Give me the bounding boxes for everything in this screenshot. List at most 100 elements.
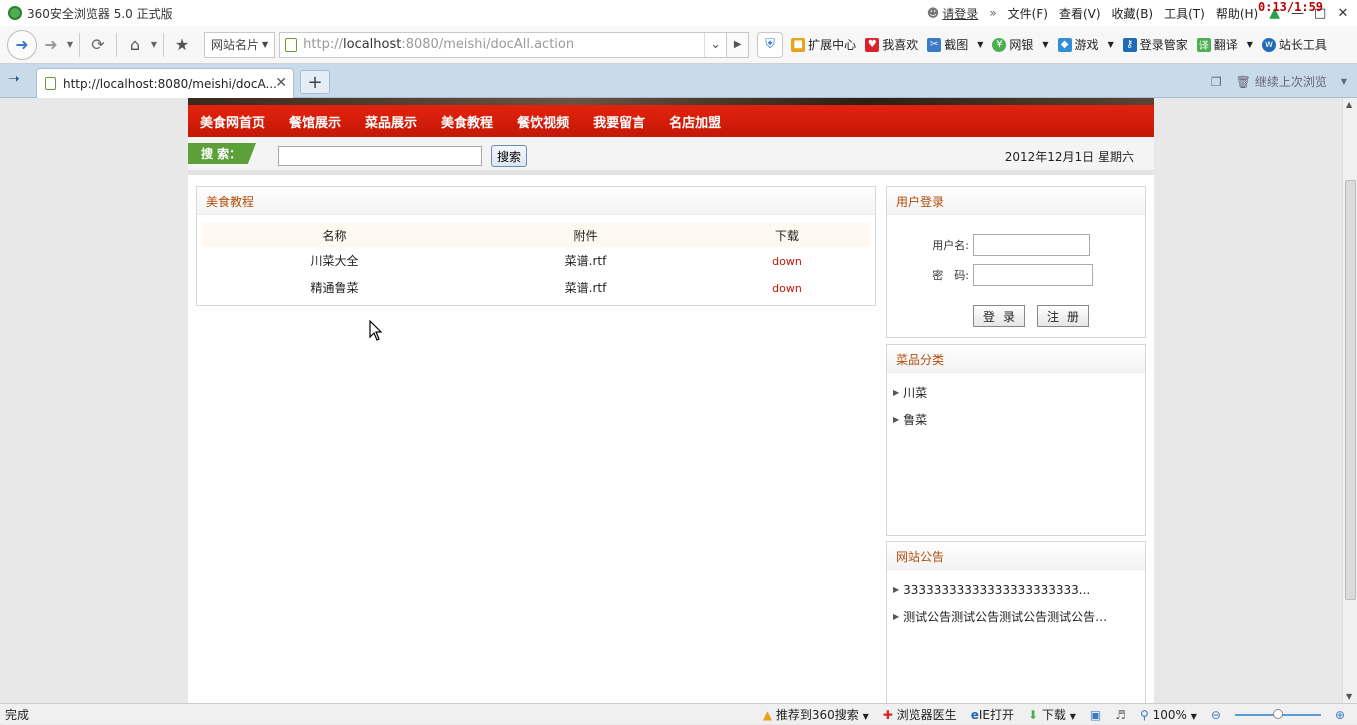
nav-restaurants[interactable]: 餐馆展示 <box>289 112 341 131</box>
login-button[interactable]: 登录 <box>973 305 1025 327</box>
forward-dropdown-icon[interactable]: ▼ <box>65 30 75 60</box>
main-nav: 美食网首页 餐馆展示 菜品展示 美食教程 餐饮视频 我要留言 名店加盟 <box>188 105 1154 137</box>
category-label[interactable]: 川菜 <box>903 384 927 401</box>
register-button[interactable]: 注册 <box>1037 305 1089 327</box>
category-list: ▶ 川菜 ▶ 鲁菜 <box>887 373 1145 433</box>
recording-timer: 0:13/1:59 <box>1258 0 1324 14</box>
notice-label[interactable]: 测试公告测试公告测试公告测试公告… <box>903 608 1107 625</box>
toolbar-divider <box>79 32 80 57</box>
notice-item[interactable]: ▶ 33333333333333333333333... <box>887 576 1145 603</box>
table-row: 川菜大全 菜谱.rtf down <box>202 247 870 274</box>
nav-videos[interactable]: 餐饮视频 <box>517 112 569 131</box>
scrollbar-thumb[interactable] <box>1345 180 1356 600</box>
address-input[interactable]: http://localhost:8080/meishi/docAll.acti… <box>279 31 728 58</box>
password-input[interactable] <box>973 264 1093 286</box>
new-tab-button[interactable]: + <box>300 70 330 94</box>
chevron-down-icon: ▼ <box>1042 40 1049 49</box>
tab-actions: ❐ 🗑 继续上次浏览 ▼ <box>1211 73 1347 90</box>
menu-favorites[interactable]: 收藏(B) <box>1112 5 1154 22</box>
restore-tabs-icon[interactable]: ❐ <box>1211 75 1222 89</box>
nav-message[interactable]: 我要留言 <box>593 112 645 131</box>
tab-close-icon[interactable]: ✕ <box>275 75 287 91</box>
notice-item[interactable]: ▶ 测试公告测试公告测试公告测试公告… <box>887 603 1145 630</box>
tab-active[interactable]: http://localhost:8080/meishi/docA... ✕ <box>36 68 294 98</box>
status-bar: 完成 ▲ 推荐到360搜索 ▼ ✚ 浏览器医生 eIE打开 ⬇ 下载 ▼ ▣ ♬… <box>0 703 1357 724</box>
menu-help[interactable]: 帮助(H) <box>1216 5 1258 22</box>
category-item[interactable]: ▶ 川菜 <box>887 379 1145 406</box>
chevron-down-icon: ▼ <box>1246 40 1253 49</box>
gamepad-icon: ◆ <box>1057 37 1072 52</box>
recommend-label: 推荐到360搜索 <box>775 708 859 722</box>
trash-icon[interactable]: 🗑 <box>1236 75 1251 89</box>
scroll-down-icon[interactable]: ▼ <box>1346 692 1352 701</box>
chevron-down-icon: ▼ <box>262 40 269 49</box>
download-link-label[interactable]: down <box>772 255 802 268</box>
recommend-button[interactable]: ▲ 推荐到360搜索 ▼ <box>763 706 869 723</box>
column-header: 附件 <box>467 223 704 247</box>
heart-icon: ♥ <box>865 37 880 52</box>
zoom-in-icon[interactable]: ⊕ <box>1335 708 1345 722</box>
chevron-down-icon[interactable]: ▼ <box>1341 77 1347 86</box>
category-label[interactable]: 鲁菜 <box>903 411 927 428</box>
login-link[interactable]: 请登录 <box>942 5 978 22</box>
continue-browsing-button[interactable]: 继续上次浏览 <box>1255 73 1327 90</box>
nav-franchise[interactable]: 名店加盟 <box>669 112 721 131</box>
search-button[interactable]: 搜索 <box>491 145 527 167</box>
zoom-button[interactable]: ⚲ 100% ▼ <box>1140 708 1197 722</box>
notice-label[interactable]: 33333333333333333333333... <box>903 583 1090 597</box>
download-link[interactable]: down <box>704 247 870 274</box>
shield-icon[interactable]: ⛨ <box>757 31 784 58</box>
url-rest: :8080/meishi/docAll.action <box>401 37 575 52</box>
back-icon[interactable]: ➜ <box>7 29 37 60</box>
menu-file[interactable]: 文件(F) <box>1008 5 1048 22</box>
nav-tutorials[interactable]: 美食教程 <box>441 112 493 131</box>
download-button[interactable]: ⬇ 下载 ▼ <box>1028 706 1076 723</box>
zoom-slider[interactable] <box>1234 708 1321 719</box>
nav-dishes[interactable]: 菜品展示 <box>365 112 417 131</box>
favorite-star-icon[interactable]: ★ <box>168 30 196 60</box>
chevron-down-icon: ▼ <box>977 40 984 49</box>
home-dropdown-icon[interactable]: ▼ <box>149 30 159 60</box>
website: 美食网首页 餐馆展示 菜品展示 美食教程 餐饮视频 我要留言 名店加盟 搜 索：… <box>188 98 1154 703</box>
translate-button[interactable]: 译翻译 ▼ <box>1196 36 1253 53</box>
username-input[interactable] <box>973 234 1090 256</box>
ebank-button[interactable]: ¥ 网银 ▼ <box>992 36 1049 53</box>
download-link-label[interactable]: down <box>772 282 802 295</box>
url-dropdown-icon[interactable]: ⌄ <box>704 32 726 57</box>
doc-file: 菜谱.rtf <box>564 281 607 295</box>
tutorial-panel: 美食教程 名称 附件 下载 川菜大全 菜谱.rtf down 精通鲁菜 菜谱.r… <box>196 186 876 306</box>
site-card-button[interactable]: 网站名片 ▼ <box>204 31 276 58</box>
vertical-scrollbar[interactable]: ▲ ▼ <box>1342 98 1357 703</box>
key-icon: ⚷ <box>1122 37 1137 52</box>
category-item[interactable]: ▶ 鲁菜 <box>887 406 1145 433</box>
browser-doctor-button[interactable]: ✚ 浏览器医生 <box>883 706 957 723</box>
search-input[interactable] <box>278 146 482 166</box>
go-icon[interactable]: ▶ <box>727 31 750 58</box>
chevron-down-icon: ▼ <box>1190 711 1197 721</box>
like-button[interactable]: ♥ 我喜欢 <box>865 36 918 53</box>
site-card-label: 网站名片 <box>211 38 260 52</box>
webmaster-icon: w <box>1261 37 1276 52</box>
close-icon[interactable]: ✕ <box>1337 6 1349 21</box>
ie-open-button[interactable]: eIE打开 <box>971 706 1014 723</box>
screenshot-button[interactable]: ✂ 截图 ▼ <box>927 36 983 53</box>
webmaster-tools-button[interactable]: w 站长工具 <box>1261 36 1327 53</box>
extension-center-button[interactable]: ■ 扩展中心 <box>791 36 856 53</box>
download-link[interactable]: down <box>704 274 870 301</box>
login-manager-button[interactable]: ⚷ 登录管家 <box>1122 36 1188 53</box>
sidebar-toggle-icon[interactable]: ➝ <box>8 71 20 87</box>
zoom-slider-knob[interactable] <box>1272 708 1283 719</box>
speaker-icon[interactable]: ♬ <box>1115 708 1126 722</box>
zoom-out-icon[interactable]: ⊖ <box>1211 708 1221 722</box>
nav-home[interactable]: 美食网首页 <box>200 112 265 131</box>
refresh-icon[interactable]: ⟳ <box>84 30 112 60</box>
category-panel: 菜品分类 ▶ 川菜 ▶ 鲁菜 <box>886 344 1146 536</box>
translate-icon: 译 <box>1196 37 1211 52</box>
menu-view[interactable]: 查看(V) <box>1059 5 1101 22</box>
menu-tools[interactable]: 工具(T) <box>1164 5 1205 22</box>
games-button[interactable]: ◆ 游戏 ▼ <box>1057 36 1114 53</box>
screen-icon[interactable]: ▣ <box>1090 708 1101 722</box>
scroll-up-icon[interactable]: ▲ <box>1346 100 1352 109</box>
forward-icon[interactable]: ➜ <box>37 30 65 60</box>
home-icon[interactable]: ⌂ <box>121 30 149 60</box>
